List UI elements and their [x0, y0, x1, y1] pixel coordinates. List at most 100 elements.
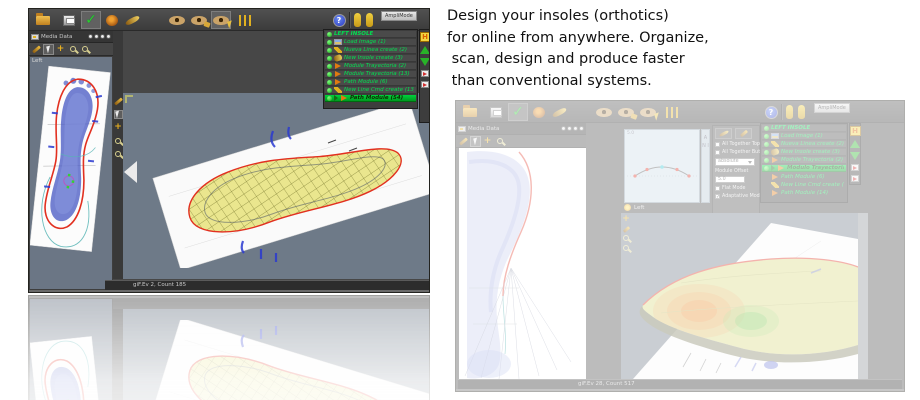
knife-tool-button[interactable]: [122, 11, 142, 29]
help-button[interactable]: ?: [761, 103, 781, 121]
collapse-panel-arrow[interactable]: [124, 161, 137, 183]
view-3d-button[interactable]: [211, 11, 231, 29]
layer-item-selected[interactable]: Path Module (54): [325, 95, 416, 102]
select-tool-button[interactable]: [114, 110, 123, 119]
flag-action-button[interactable]: [851, 164, 859, 171]
layer-item-selected[interactable]: Módulo Trayectoria (13): [762, 165, 846, 172]
module-tool-button[interactable]: [735, 128, 752, 139]
layer-item[interactable]: Path Module (6): [762, 173, 846, 180]
all-together-butt-row[interactable]: All Together Butt: [715, 150, 757, 155]
flag-action-button[interactable]: [851, 175, 859, 182]
move-down-button[interactable]: [850, 152, 860, 160]
right-insole-button[interactable]: [796, 103, 807, 121]
insole-pair-button[interactable]: [235, 11, 257, 29]
magnifier-icon: [70, 46, 76, 52]
layer-item[interactable]: New Line Cmd create (13): [325, 87, 416, 94]
layer-item[interactable]: New Line Cmd create (13): [762, 181, 846, 188]
nav-dot-button[interactable]: [106, 34, 111, 39]
confirm-button[interactable]: ✓: [508, 103, 528, 121]
nav-dot-button[interactable]: [567, 126, 572, 131]
zoom-in-tool-button[interactable]: [67, 44, 78, 55]
profile-curve-editor[interactable]: 5.0: [624, 129, 700, 203]
add-tool-button[interactable]: +: [114, 123, 123, 132]
pen-tool-button[interactable]: [458, 136, 469, 147]
media-toolbar: +: [29, 43, 113, 56]
add-tool-button[interactable]: +: [55, 44, 66, 55]
insole-pair-button[interactable]: [662, 103, 684, 121]
nav-dot-button[interactable]: [573, 126, 578, 131]
handle-button[interactable]: H: [420, 32, 431, 42]
move-down-button[interactable]: [420, 58, 430, 66]
add-tool-button[interactable]: +: [482, 136, 493, 147]
view-2d-button[interactable]: [594, 103, 614, 121]
view-split-button[interactable]: [616, 103, 636, 121]
insole-viewport-3d[interactable]: +: [621, 213, 858, 379]
nav-dot-button[interactable]: [579, 126, 584, 131]
flag-action-button[interactable]: [421, 70, 429, 77]
all-together-top-checkbox[interactable]: [715, 142, 720, 147]
open-folder-button[interactable]: [33, 11, 53, 29]
pointer-tool-button[interactable]: [114, 97, 123, 106]
flat-mode-row[interactable]: Flat Mode: [715, 186, 757, 191]
view-3d-button[interactable]: [638, 103, 658, 121]
layer-item[interactable]: New Insole create (3): [325, 55, 416, 62]
layer-item[interactable]: Load Image (1): [325, 39, 416, 46]
mold-tool-button[interactable]: [102, 11, 122, 29]
mode-select[interactable]: absolute: [715, 158, 755, 166]
flat-mode-checkbox[interactable]: [715, 186, 720, 191]
open-folder-button[interactable]: [460, 103, 480, 121]
layer-item[interactable]: Load Image (1): [762, 133, 846, 140]
save-button[interactable]: [486, 103, 506, 121]
zoom-area-tool-button[interactable]: [79, 44, 90, 55]
module-offset-input[interactable]: 5.0: [715, 176, 745, 183]
save-button[interactable]: [59, 11, 79, 29]
amplimode-button[interactable]: AmpliMode: [381, 11, 417, 21]
viewport-scrollbar[interactable]: [858, 213, 868, 379]
layer-item[interactable]: New Insole create (3): [762, 149, 846, 156]
insole-viewport-3d[interactable]: [123, 93, 429, 279]
right-insole-button[interactable]: [364, 11, 375, 29]
select-tool-button[interactable]: [43, 44, 54, 55]
layer-item[interactable]: Module Trayectoria (2): [325, 63, 416, 70]
layer-item[interactable]: LEFT INSOLE: [762, 125, 846, 132]
adaptative-mode-row[interactable]: ✓Adaptative Mode: [715, 194, 757, 199]
layer-item[interactable]: Module Trayectoria (2): [762, 157, 846, 164]
flag-action-button[interactable]: [421, 81, 429, 88]
layer-item[interactable]: LEFT INSOLE: [325, 31, 416, 38]
left-insole-button[interactable]: [352, 11, 363, 29]
zoom-in-tool-button[interactable]: [114, 136, 123, 145]
zoom-out-tool-button[interactable]: [114, 149, 123, 158]
nav-dot-button[interactable]: [561, 126, 566, 131]
layer-item[interactable]: Nueva Linea create (2): [325, 47, 416, 54]
nav-dot-button[interactable]: [94, 34, 99, 39]
viewport-toolstrip: +: [113, 31, 123, 279]
layer-item[interactable]: Path Module (14): [762, 189, 846, 196]
handle-button[interactable]: H: [850, 126, 861, 136]
module-tool-button[interactable]: [715, 128, 732, 139]
all-together-butt-checkbox[interactable]: [715, 150, 720, 155]
mold-tool-button[interactable]: [529, 103, 549, 121]
view-split-button[interactable]: [189, 11, 209, 29]
layer-item[interactable]: Path Module (6): [325, 79, 416, 86]
confirm-button[interactable]: ✓: [81, 11, 101, 29]
pen-tool-button[interactable]: [31, 44, 42, 55]
nav-dot-button[interactable]: [100, 34, 105, 39]
scan-viewport-2d[interactable]: [459, 148, 586, 379]
select-tool-button[interactable]: [470, 136, 481, 147]
adaptative-mode-checkbox[interactable]: ✓: [715, 194, 720, 199]
amplimode-button[interactable]: AmpliMode: [814, 103, 850, 113]
help-button[interactable]: ?: [329, 11, 349, 29]
left-insole-button[interactable]: [784, 103, 795, 121]
all-together-top-row[interactable]: All Together Top: [715, 142, 757, 147]
nav-dot-button[interactable]: [88, 34, 93, 39]
move-up-button[interactable]: [420, 46, 430, 54]
layer-item[interactable]: Module Trayectoria (13): [325, 71, 416, 78]
move-up-button[interactable]: [850, 140, 860, 148]
scan-viewport-2d[interactable]: Left: [30, 57, 112, 289]
zoom-in-tool-button[interactable]: [494, 136, 505, 147]
curve-mode-strip[interactable]: A N I: [701, 129, 710, 203]
view-2d-button[interactable]: [167, 11, 187, 29]
knife-tool-button[interactable]: [549, 103, 569, 121]
eye-pointer-icon: [640, 108, 656, 117]
layer-item[interactable]: Nueva Linea create (2): [762, 141, 846, 148]
